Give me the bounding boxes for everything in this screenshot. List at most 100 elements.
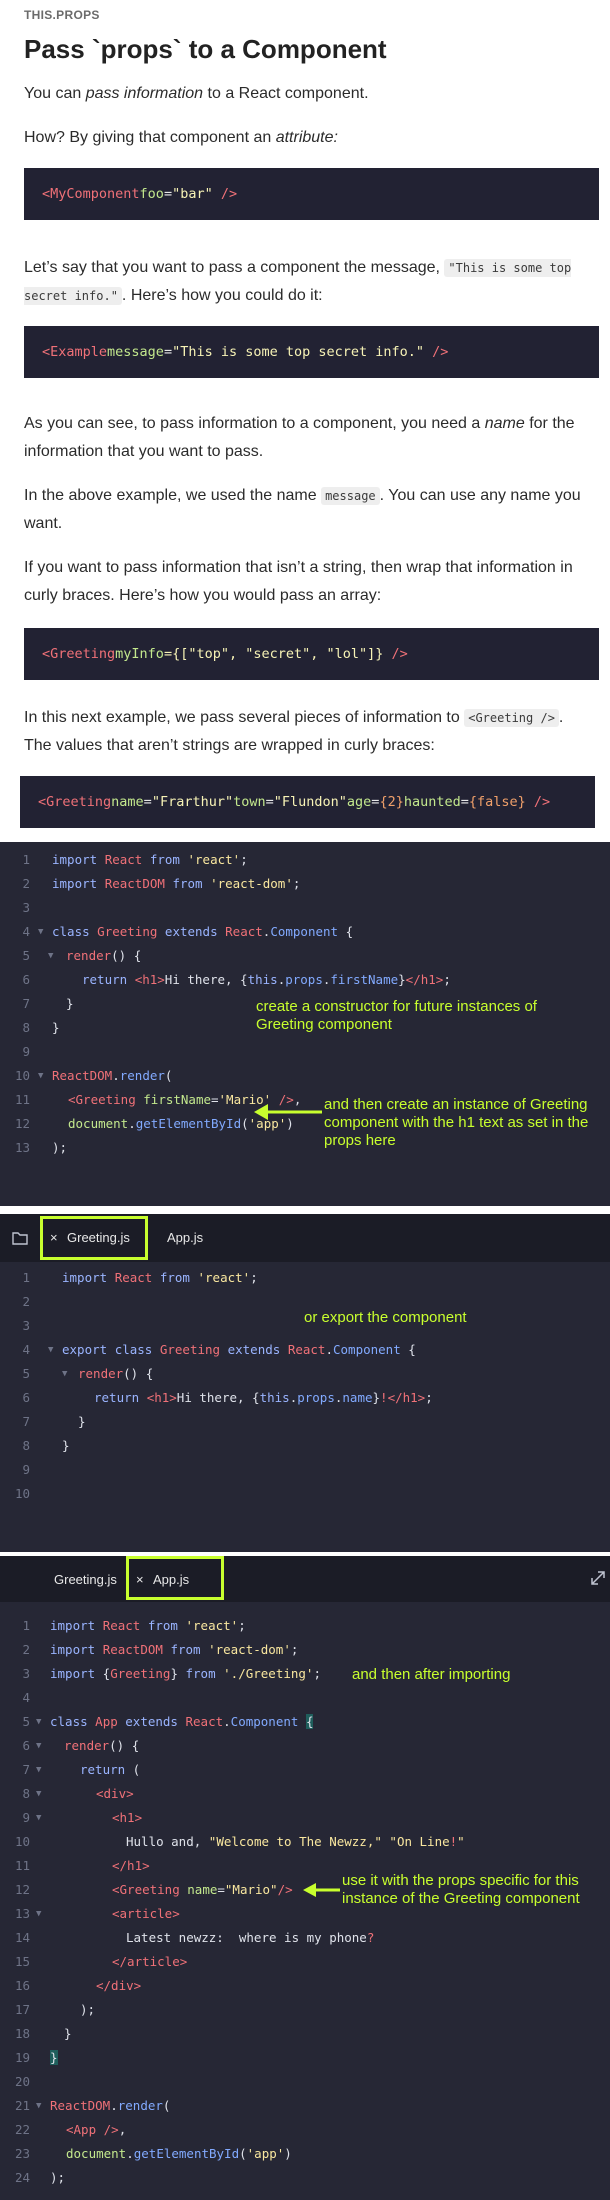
code-line: import ReactDOM from 'react-dom';: [50, 1642, 299, 1657]
code-line: import React from 'react';: [50, 1618, 246, 1633]
line-number: 5: [22, 1366, 30, 1381]
fold-arrow-icon[interactable]: ▼: [36, 1734, 41, 1758]
paragraph-6: If you want to pass information that isn…: [24, 559, 573, 604]
line-number: 19: [14, 2050, 30, 2065]
line-number: 24: [14, 2170, 30, 2185]
arrow-left-icon: [303, 1883, 340, 1897]
tab-greeting-js[interactable]: Greeting.js: [54, 1572, 117, 1587]
line-number: 9: [22, 1462, 30, 1477]
line-number: 11: [14, 1092, 30, 1107]
line-number: 7: [22, 996, 30, 1011]
code-line: <Greeting name="Mario"/>: [112, 1882, 293, 1897]
line-number: 7: [22, 1762, 30, 1777]
line-number: 3: [22, 1318, 30, 1333]
line-number: 2: [22, 1294, 30, 1309]
line-number: 6: [22, 972, 30, 987]
code-line: }: [78, 1414, 86, 1429]
line-number: 16: [14, 1978, 30, 1993]
code-editor-1: 1 import React from 'react'; 2 import Reac…: [0, 842, 610, 1206]
code-block-array: <Greeting myInfo ={["top", "secret", "lol…: [24, 628, 599, 680]
line-number: 8: [22, 1438, 30, 1453]
paragraph-3: Let’s say that you want to pass a compon…: [24, 259, 572, 305]
arrow-left-icon: [254, 1104, 322, 1120]
editor-3-tab-bar: Greeting.js × App.js: [0, 1556, 610, 1602]
code-line: );: [52, 1140, 68, 1155]
tab-app-js[interactable]: App.js: [153, 1572, 189, 1587]
paragraph-2: How? By giving that component an attribu…: [24, 129, 338, 146]
line-number: 5: [22, 1714, 30, 1729]
close-tab-icon[interactable]: ×: [136, 1572, 144, 1587]
paragraph-5: In the above example, we used the name m…: [24, 487, 581, 532]
line-number: 10: [14, 1486, 30, 1501]
fold-arrow-icon[interactable]: ▼: [36, 2094, 41, 2118]
code-line: </article>: [112, 1954, 188, 1969]
divider: [0, 1206, 610, 1214]
fold-arrow-icon[interactable]: ▼: [36, 1758, 41, 1782]
code-line: class Greeting extends React.Component {: [52, 924, 354, 939]
line-number: 10: [14, 1068, 30, 1083]
section-eyebrow: THIS.PROPS: [24, 8, 100, 22]
line-number: 8: [22, 1786, 30, 1801]
tab-greeting-js[interactable]: Greeting.js: [67, 1230, 130, 1245]
line-number: 20: [14, 2074, 30, 2089]
annotation-export: or export the component: [304, 1309, 467, 1326]
code-line: class App extends React.Component {: [50, 1714, 314, 1729]
line-number: 9: [22, 1044, 30, 1059]
code-line: Latest newzz: where is my phone?: [126, 1930, 375, 1945]
fold-arrow-icon[interactable]: ▼: [36, 1710, 41, 1734]
paragraph-1: You can pass information to a React comp…: [24, 85, 369, 102]
code-line: <App />,: [66, 2122, 127, 2137]
code-line: }: [52, 1020, 60, 1035]
fold-arrow-icon[interactable]: ▼: [38, 920, 43, 944]
line-number: 1: [22, 1618, 30, 1633]
code-line: ReactDOM.render(: [52, 1068, 173, 1083]
annotation-constructor: create a constructor for future instance…: [256, 998, 537, 1033]
line-number: 22: [14, 2122, 30, 2137]
line-number: 4: [22, 1342, 30, 1357]
code-line: ReactDOM.render(: [50, 2098, 171, 2113]
line-number: 2: [22, 1642, 30, 1657]
editor-2-tab-bar: × Greeting.js App.js: [0, 1214, 610, 1262]
fold-arrow-icon[interactable]: ▼: [36, 1902, 41, 1926]
line-number: 5: [22, 948, 30, 963]
code-line: return <h1>Hi there, {this.props.firstNa…: [82, 972, 451, 987]
paragraph-4: As you can see, to pass information to a…: [24, 415, 575, 460]
code-line: import ReactDOM from 'react-dom';: [52, 876, 301, 891]
folder-icon[interactable]: [12, 1231, 28, 1245]
fold-arrow-icon[interactable]: ▼: [38, 1064, 43, 1088]
expand-icon[interactable]: [590, 1570, 606, 1586]
line-number: 1: [22, 852, 30, 867]
fold-arrow-icon[interactable]: ▼: [36, 1782, 41, 1806]
annotation-instance: and then create an instance of Greeting …: [324, 1096, 589, 1149]
code-line: <h1>: [112, 1810, 143, 1825]
fold-arrow-icon[interactable]: ▼: [48, 1338, 53, 1362]
fold-arrow-icon[interactable]: ▼: [62, 1362, 67, 1386]
fold-arrow-icon[interactable]: ▼: [36, 1806, 41, 1830]
paragraph-7: In this next example, we pass several pi…: [24, 709, 564, 754]
code-block-multi-props: <Greeting name = "Frarthur" town = "Flundon"…: [20, 776, 595, 828]
line-number: 21: [14, 2098, 30, 2113]
line-number: 10: [14, 1834, 30, 1849]
code-line: }: [66, 996, 74, 1011]
page-title: Pass `props` to a Component: [24, 34, 387, 64]
annotation-after-import: and then after importing: [352, 1666, 511, 1683]
code-line: <article>: [112, 1906, 180, 1921]
code-line: }: [50, 2050, 58, 2065]
code-line: </h1>: [112, 1858, 150, 1873]
code-block-mycomponent: <MyComponent foo = "bar" />: [24, 168, 599, 220]
code-line: );: [50, 2170, 66, 2185]
line-number: 23: [14, 2146, 30, 2161]
close-tab-icon[interactable]: ×: [50, 1230, 58, 1245]
line-number: 2: [22, 876, 30, 891]
code-line: Hullo and, "Welcome to The Newzz," "On L…: [126, 1834, 465, 1849]
code-line: }: [62, 1438, 70, 1453]
line-number: 12: [14, 1882, 30, 1897]
line-number: 14: [14, 1930, 30, 1945]
line-number: 13: [14, 1140, 30, 1155]
code-line: document.getElementById('app'): [66, 2146, 292, 2161]
line-number: 6: [22, 1390, 30, 1405]
line-number: 18: [14, 2026, 30, 2041]
tab-app-js[interactable]: App.js: [167, 1230, 203, 1245]
line-number: 3: [22, 1666, 30, 1681]
fold-arrow-icon[interactable]: ▼: [48, 944, 53, 968]
